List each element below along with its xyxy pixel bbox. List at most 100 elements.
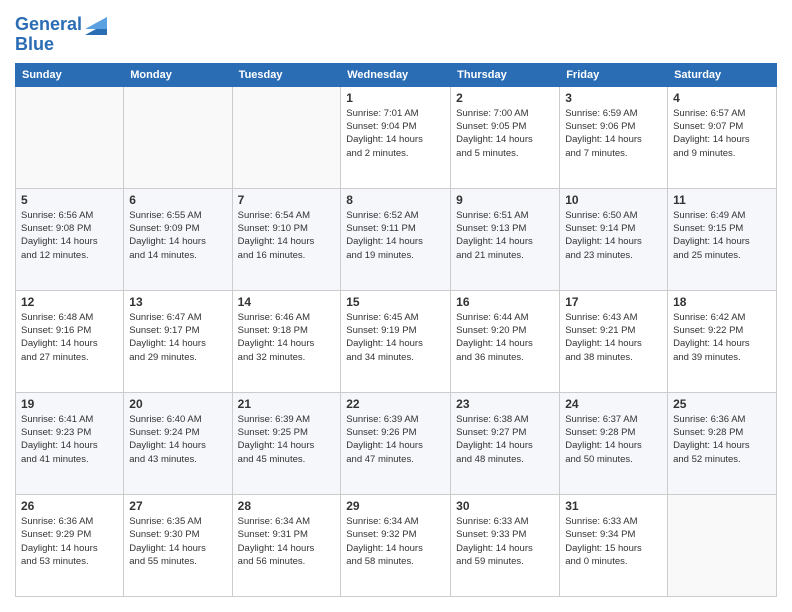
day-number: 19 <box>21 397 118 411</box>
day-number: 12 <box>21 295 118 309</box>
day-cell: 29Sunrise: 6:34 AMSunset: 9:32 PMDayligh… <box>341 494 451 596</box>
week-row-4: 19 Sunrise: 6:41 AMSunset: 9:23 PMDayligh… <box>16 392 777 494</box>
week-row-1: 1 Sunrise: 7:01 AMSunset: 9:04 PMDaylight… <box>16 86 777 188</box>
day-number: 17 <box>565 295 662 309</box>
day-number: 21 <box>238 397 336 411</box>
day-cell: 9 Sunrise: 6:51 AMSunset: 9:13 PMDaylight… <box>451 188 560 290</box>
day-cell: 31 Sunrise: 6:33 AMSunset: 9:34 PMDayligh… <box>560 494 668 596</box>
day-info: Sunrise: 6:57 AMSunset: 9:07 PMDaylight:… <box>673 107 771 160</box>
day-number: 25 <box>673 397 771 411</box>
day-number: 27 <box>129 499 226 513</box>
day-info: Sunrise: 6:48 AMSunset: 9:16 PMDaylight:… <box>21 311 118 364</box>
day-info: Sunrise: 6:54 AMSunset: 9:10 PMDaylight:… <box>238 209 336 262</box>
day-info: Sunrise: 6:35 AMSunset: 9:30 PMDaylight:… <box>129 515 226 568</box>
day-number: 28 <box>238 499 336 513</box>
day-cell: 19 Sunrise: 6:41 AMSunset: 9:23 PMDayligh… <box>16 392 124 494</box>
day-info: Sunrise: 6:38 AMSunset: 9:27 PMDaylight:… <box>456 413 554 466</box>
day-cell: 28 Sunrise: 6:34 AMSunset: 9:31 PMDayligh… <box>232 494 341 596</box>
day-number: 11 <box>673 193 771 207</box>
day-info: Sunrise: 6:55 AMSunset: 9:09 PMDaylight:… <box>129 209 226 262</box>
day-info: Sunrise: 6:41 AMSunset: 9:23 PMDaylight:… <box>21 413 118 466</box>
day-cell: 27 Sunrise: 6:35 AMSunset: 9:30 PMDayligh… <box>124 494 232 596</box>
day-cell: 8 Sunrise: 6:52 AMSunset: 9:11 PMDaylight… <box>341 188 451 290</box>
day-number: 9 <box>456 193 554 207</box>
day-cell <box>232 86 341 188</box>
day-info: Sunrise: 6:45 AMSunset: 9:19 PMDaylight:… <box>346 311 445 364</box>
day-cell: 15 Sunrise: 6:45 AMSunset: 9:19 PMDayligh… <box>341 290 451 392</box>
weekday-header-wednesday: Wednesday <box>341 63 451 86</box>
day-info: Sunrise: 7:00 AMSunset: 9:05 PMDaylight:… <box>456 107 554 160</box>
day-info: Sunrise: 6:49 AMSunset: 9:15 PMDaylight:… <box>673 209 771 262</box>
weekday-header-friday: Friday <box>560 63 668 86</box>
calendar-table: SundayMondayTuesdayWednesdayThursdayFrid… <box>15 63 777 597</box>
day-cell: 7 Sunrise: 6:54 AMSunset: 9:10 PMDaylight… <box>232 188 341 290</box>
day-cell: 16Sunrise: 6:44 AMSunset: 9:20 PMDayligh… <box>451 290 560 392</box>
day-info: Sunrise: 6:47 AMSunset: 9:17 PMDaylight:… <box>129 311 226 364</box>
day-info: Sunrise: 6:51 AMSunset: 9:13 PMDaylight:… <box>456 209 554 262</box>
day-info: Sunrise: 6:44 AMSunset: 9:20 PMDaylight:… <box>456 311 554 364</box>
day-cell: 11 Sunrise: 6:49 AMSunset: 9:15 PMDayligh… <box>668 188 777 290</box>
day-info: Sunrise: 6:39 AMSunset: 9:25 PMDaylight:… <box>238 413 336 466</box>
day-number: 20 <box>129 397 226 411</box>
day-cell: 22 Sunrise: 6:39 AMSunset: 9:26 PMDayligh… <box>341 392 451 494</box>
day-number: 18 <box>673 295 771 309</box>
day-number: 3 <box>565 91 662 105</box>
day-info: Sunrise: 6:36 AMSunset: 9:29 PMDaylight:… <box>21 515 118 568</box>
week-row-2: 5 Sunrise: 6:56 AMSunset: 9:08 PMDaylight… <box>16 188 777 290</box>
day-info: Sunrise: 6:52 AMSunset: 9:11 PMDaylight:… <box>346 209 445 262</box>
day-number: 23 <box>456 397 554 411</box>
weekday-header-row: SundayMondayTuesdayWednesdayThursdayFrid… <box>16 63 777 86</box>
day-number: 15 <box>346 295 445 309</box>
weekday-header-monday: Monday <box>124 63 232 86</box>
day-cell: 18 Sunrise: 6:42 AMSunset: 9:22 PMDayligh… <box>668 290 777 392</box>
day-info: Sunrise: 6:59 AMSunset: 9:06 PMDaylight:… <box>565 107 662 160</box>
day-cell: 30Sunrise: 6:33 AMSunset: 9:33 PMDayligh… <box>451 494 560 596</box>
weekday-header-tuesday: Tuesday <box>232 63 341 86</box>
day-cell: 6 Sunrise: 6:55 AMSunset: 9:09 PMDaylight… <box>124 188 232 290</box>
day-number: 4 <box>673 91 771 105</box>
day-cell: 21 Sunrise: 6:39 AMSunset: 9:25 PMDayligh… <box>232 392 341 494</box>
day-cell: 2 Sunrise: 7:00 AMSunset: 9:05 PMDaylight… <box>451 86 560 188</box>
day-cell: 4 Sunrise: 6:57 AMSunset: 9:07 PMDaylight… <box>668 86 777 188</box>
day-info: Sunrise: 6:33 AMSunset: 9:34 PMDaylight:… <box>565 515 662 568</box>
day-number: 8 <box>346 193 445 207</box>
day-number: 2 <box>456 91 554 105</box>
day-cell: 13 Sunrise: 6:47 AMSunset: 9:17 PMDayligh… <box>124 290 232 392</box>
day-info: Sunrise: 6:46 AMSunset: 9:18 PMDaylight:… <box>238 311 336 364</box>
weekday-header-thursday: Thursday <box>451 63 560 86</box>
day-info: Sunrise: 6:34 AMSunset: 9:31 PMDaylight:… <box>238 515 336 568</box>
day-cell <box>16 86 124 188</box>
day-cell: 24Sunrise: 6:37 AMSunset: 9:28 PMDayligh… <box>560 392 668 494</box>
day-number: 13 <box>129 295 226 309</box>
day-number: 31 <box>565 499 662 513</box>
day-number: 26 <box>21 499 118 513</box>
page-header: General Blue <box>15 15 777 55</box>
day-info: Sunrise: 6:39 AMSunset: 9:26 PMDaylight:… <box>346 413 445 466</box>
day-info: Sunrise: 6:36 AMSunset: 9:28 PMDaylight:… <box>673 413 771 466</box>
day-cell: 12 Sunrise: 6:48 AMSunset: 9:16 PMDayligh… <box>16 290 124 392</box>
day-cell: 26 Sunrise: 6:36 AMSunset: 9:29 PMDayligh… <box>16 494 124 596</box>
day-cell: 1 Sunrise: 7:01 AMSunset: 9:04 PMDaylight… <box>341 86 451 188</box>
day-number: 5 <box>21 193 118 207</box>
day-info: Sunrise: 6:56 AMSunset: 9:08 PMDaylight:… <box>21 209 118 262</box>
day-info: Sunrise: 7:01 AMSunset: 9:04 PMDaylight:… <box>346 107 445 160</box>
day-info: Sunrise: 6:42 AMSunset: 9:22 PMDaylight:… <box>673 311 771 364</box>
day-number: 14 <box>238 295 336 309</box>
day-cell: 17 Sunrise: 6:43 AMSunset: 9:21 PMDayligh… <box>560 290 668 392</box>
day-number: 29 <box>346 499 445 513</box>
day-cell: 14 Sunrise: 6:46 AMSunset: 9:18 PMDayligh… <box>232 290 341 392</box>
day-number: 22 <box>346 397 445 411</box>
week-row-3: 12 Sunrise: 6:48 AMSunset: 9:16 PMDayligh… <box>16 290 777 392</box>
logo-blue: Blue <box>15 35 107 55</box>
day-number: 7 <box>238 193 336 207</box>
day-cell: 23 Sunrise: 6:38 AMSunset: 9:27 PMDayligh… <box>451 392 560 494</box>
weekday-header-sunday: Sunday <box>16 63 124 86</box>
logo-icon <box>85 13 107 35</box>
week-row-5: 26 Sunrise: 6:36 AMSunset: 9:29 PMDayligh… <box>16 494 777 596</box>
day-info: Sunrise: 6:43 AMSunset: 9:21 PMDaylight:… <box>565 311 662 364</box>
day-number: 6 <box>129 193 226 207</box>
day-cell: 25 Sunrise: 6:36 AMSunset: 9:28 PMDayligh… <box>668 392 777 494</box>
day-info: Sunrise: 6:40 AMSunset: 9:24 PMDaylight:… <box>129 413 226 466</box>
day-number: 1 <box>346 91 445 105</box>
weekday-header-saturday: Saturday <box>668 63 777 86</box>
